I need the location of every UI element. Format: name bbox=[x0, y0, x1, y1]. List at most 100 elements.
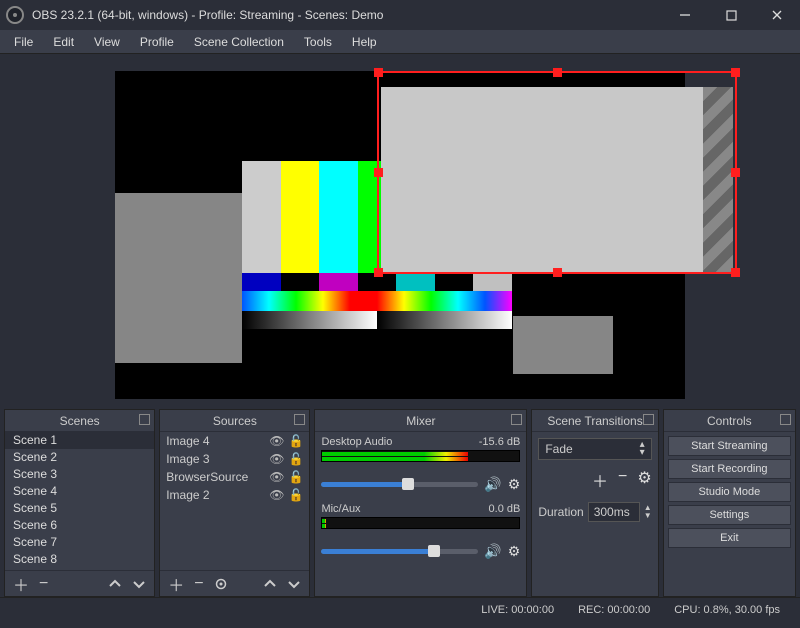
add-scene-button[interactable]: ＋ bbox=[13, 572, 29, 596]
preview-source-gray-left bbox=[115, 193, 242, 363]
settings-button[interactable]: Settings bbox=[668, 505, 791, 525]
eye-icon[interactable]: 👁 bbox=[269, 434, 284, 448]
duration-down-button[interactable]: ▼ bbox=[644, 512, 652, 520]
menu-edit[interactable]: Edit bbox=[43, 32, 84, 52]
mixer-title: Mixer bbox=[406, 414, 435, 428]
menu-file[interactable]: File bbox=[4, 32, 43, 52]
dock-popout-icon[interactable] bbox=[139, 414, 150, 425]
speaker-icon[interactable]: 🔊 bbox=[484, 476, 501, 493]
lock-icon[interactable]: 🔓 bbox=[288, 488, 303, 502]
scene-item[interactable]: Scene 1 bbox=[5, 432, 154, 449]
menubar: File Edit View Profile Scene Collection … bbox=[0, 30, 800, 54]
mixer-dock: Mixer Desktop Audio-15.6 dB -60-55-50-45… bbox=[314, 409, 527, 597]
speaker-icon[interactable]: 🔊 bbox=[484, 543, 501, 560]
move-scene-down-button[interactable] bbox=[132, 577, 146, 591]
move-source-up-button[interactable] bbox=[263, 577, 277, 591]
scene-item[interactable]: Scene 2 bbox=[5, 449, 154, 466]
gear-icon[interactable]: ⚙ bbox=[508, 476, 521, 493]
resize-handle-mid-right[interactable] bbox=[731, 168, 740, 177]
menu-help[interactable]: Help bbox=[342, 32, 387, 52]
mixer-channel: Desktop Audio-15.6 dB -60-55-50-45-40-35… bbox=[315, 432, 526, 499]
source-item[interactable]: Image 3 👁 🔓 bbox=[160, 450, 309, 468]
preview-canvas[interactable] bbox=[115, 71, 685, 399]
resize-handle-top-left[interactable] bbox=[374, 68, 383, 77]
status-cpu: CPU: 0.8%, 30.00 fps bbox=[674, 604, 780, 616]
start-streaming-button[interactable]: Start Streaming bbox=[668, 436, 791, 456]
scene-item[interactable]: Scene 4 bbox=[5, 483, 154, 500]
transition-settings-button[interactable]: ⚙ bbox=[637, 468, 651, 492]
remove-source-button[interactable]: − bbox=[194, 575, 203, 593]
mixer-channel-name: Desktop Audio bbox=[321, 436, 392, 448]
menu-scene-collection[interactable]: Scene Collection bbox=[184, 32, 294, 52]
window-minimize-button[interactable] bbox=[662, 0, 708, 30]
transitions-dock: Scene Transitions Fade ▴▾ ＋ − ⚙ Duration… bbox=[531, 409, 658, 597]
source-item[interactable]: Image 2 👁 🔓 bbox=[160, 486, 309, 504]
menu-profile[interactable]: Profile bbox=[130, 32, 184, 52]
eye-icon[interactable]: 👁 bbox=[269, 452, 284, 466]
resize-handle-bot-right[interactable] bbox=[731, 268, 740, 277]
resize-handle-bot-mid[interactable] bbox=[553, 268, 562, 277]
mixer-channel: Mic/Aux0.0 dB -60-55-50-45-40-35-30-25-2… bbox=[315, 499, 526, 566]
transition-select-value: Fade bbox=[545, 442, 572, 456]
mixer-channel-name: Mic/Aux bbox=[321, 503, 360, 515]
window-maximize-button[interactable] bbox=[708, 0, 754, 30]
status-bar: LIVE: 00:00:00 REC: 00:00:00 CPU: 0.8%, … bbox=[0, 597, 800, 621]
add-transition-button[interactable]: ＋ bbox=[592, 468, 608, 492]
source-label: Image 2 bbox=[166, 488, 209, 502]
source-label: Image 4 bbox=[166, 434, 209, 448]
dock-popout-icon[interactable] bbox=[294, 414, 305, 425]
source-item[interactable]: Image 4 👁 🔓 bbox=[160, 432, 309, 450]
scenes-list[interactable]: Scene 1 Scene 2 Scene 3 Scene 4 Scene 5 … bbox=[5, 432, 154, 570]
dock-popout-icon[interactable] bbox=[643, 414, 654, 425]
window-title: OBS 23.2.1 (64-bit, windows) - Profile: … bbox=[32, 8, 662, 22]
resize-handle-bot-left[interactable] bbox=[374, 268, 383, 277]
preview-source-gray-right bbox=[513, 316, 613, 374]
resize-handle-mid-left[interactable] bbox=[374, 168, 383, 177]
source-label: Image 3 bbox=[166, 452, 209, 466]
preview-area[interactable] bbox=[0, 54, 800, 409]
scene-item[interactable]: Scene 7 bbox=[5, 534, 154, 551]
preview-selection-box[interactable] bbox=[377, 71, 737, 274]
move-source-down-button[interactable] bbox=[287, 577, 301, 591]
source-properties-button[interactable] bbox=[214, 577, 228, 591]
sources-list[interactable]: Image 4 👁 🔓 Image 3 👁 🔓 BrowserSource 👁 🔓 Imag… bbox=[160, 432, 309, 570]
status-live: LIVE: 00:00:00 bbox=[481, 604, 554, 616]
remove-scene-button[interactable]: − bbox=[39, 575, 48, 593]
source-label: BrowserSource bbox=[166, 470, 248, 484]
scene-item[interactable]: Scene 6 bbox=[5, 517, 154, 534]
window-titlebar: OBS 23.2.1 (64-bit, windows) - Profile: … bbox=[0, 0, 800, 30]
eye-icon[interactable]: 👁 bbox=[269, 470, 284, 484]
window-close-button[interactable] bbox=[754, 0, 800, 30]
exit-button[interactable]: Exit bbox=[668, 528, 791, 548]
scenes-dock: Scenes Scene 1 Scene 2 Scene 3 Scene 4 S… bbox=[4, 409, 155, 597]
remove-transition-button[interactable]: − bbox=[618, 468, 627, 492]
menu-view[interactable]: View bbox=[84, 32, 130, 52]
studio-mode-button[interactable]: Studio Mode bbox=[668, 482, 791, 502]
volume-slider[interactable] bbox=[321, 482, 478, 487]
scene-item[interactable]: Scene 8 bbox=[5, 551, 154, 568]
controls-dock: Controls Start Streaming Start Recording… bbox=[663, 409, 796, 597]
gear-icon[interactable]: ⚙ bbox=[508, 543, 521, 560]
resize-handle-top-mid[interactable] bbox=[553, 68, 562, 77]
mixer-channel-db: 0.0 dB bbox=[489, 503, 521, 515]
lock-icon[interactable]: 🔓 bbox=[288, 434, 303, 448]
resize-handle-top-right[interactable] bbox=[731, 68, 740, 77]
add-source-button[interactable]: ＋ bbox=[168, 572, 184, 596]
transition-select[interactable]: Fade ▴▾ bbox=[538, 438, 651, 460]
app-icon bbox=[6, 6, 24, 24]
scene-item[interactable]: Scene 5 bbox=[5, 500, 154, 517]
volume-slider[interactable] bbox=[321, 549, 478, 554]
status-rec: REC: 00:00:00 bbox=[578, 604, 650, 616]
eye-icon[interactable]: 👁 bbox=[269, 488, 284, 502]
dock-popout-icon[interactable] bbox=[780, 414, 791, 425]
duration-input[interactable]: 300ms bbox=[588, 502, 640, 522]
source-item[interactable]: BrowserSource 👁 🔓 bbox=[160, 468, 309, 486]
move-scene-up-button[interactable] bbox=[108, 577, 122, 591]
dock-popout-icon[interactable] bbox=[511, 414, 522, 425]
menu-tools[interactable]: Tools bbox=[294, 32, 342, 52]
lock-icon[interactable]: 🔓 bbox=[288, 452, 303, 466]
sources-dock: Sources Image 4👁🔓 Image 3👁🔓 BrowserSourc… bbox=[159, 409, 310, 597]
lock-icon[interactable]: 🔓 bbox=[288, 470, 303, 484]
start-recording-button[interactable]: Start Recording bbox=[668, 459, 791, 479]
scene-item[interactable]: Scene 3 bbox=[5, 466, 154, 483]
